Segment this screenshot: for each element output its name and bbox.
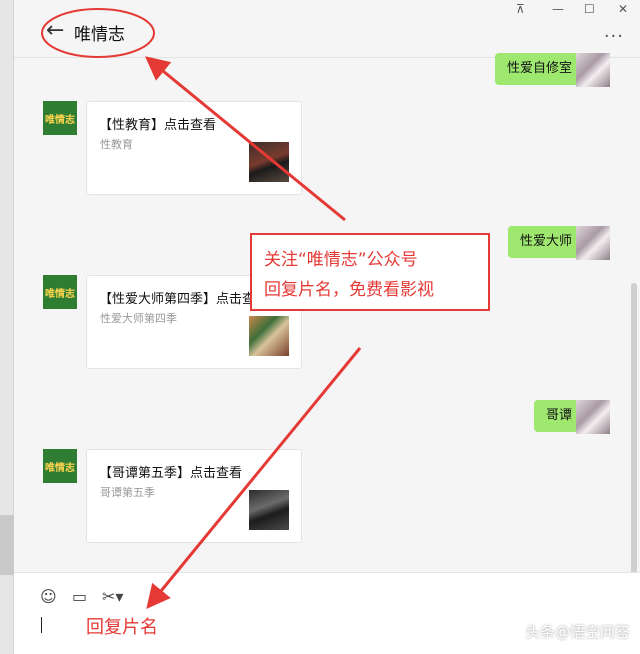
- chat-title: 唯情志: [74, 25, 125, 45]
- sidebar-selected-block: [0, 515, 14, 575]
- maximize-button[interactable]: ☐: [584, 2, 595, 16]
- input-annotation-text: 回复片名: [86, 617, 158, 638]
- close-button[interactable]: ✕: [618, 2, 628, 16]
- article-card[interactable]: 【性教育】点击查看 性教育: [86, 101, 302, 195]
- scissors-icon[interactable]: ✂▾: [102, 587, 123, 606]
- avatar[interactable]: [576, 226, 610, 260]
- avatar[interactable]: 唯情志: [43, 101, 77, 135]
- promo-line-2: 回复片名，免费看影视: [264, 280, 434, 300]
- text-cursor: [41, 617, 42, 633]
- card-thumbnail: [249, 316, 289, 356]
- left-sidebar-strip: [0, 0, 14, 654]
- avatar[interactable]: [576, 53, 610, 87]
- card-subtitle: 性爱大师第四季: [100, 312, 177, 325]
- watermark: 头条@悟空问答: [524, 623, 630, 641]
- article-card[interactable]: 【哥谭第五季】点击查看 哥谭第五季: [86, 449, 302, 543]
- card-title: 【性爱大师第四季】点击查看: [99, 292, 269, 307]
- message-bubble[interactable]: 性爱大师: [507, 226, 584, 258]
- chat-area[interactable]: 性爱自修室 唯情志 【性教育】点击查看 性教育 性爱大师 唯情志 【性爱大师第四…: [14, 53, 640, 628]
- card-subtitle: 性教育: [100, 138, 133, 151]
- card-subtitle: 哥谭第五季: [100, 486, 155, 499]
- card-thumbnail: [249, 490, 289, 530]
- promo-line-1: 关注“唯情志”公众号: [264, 250, 418, 270]
- card-thumbnail: [249, 142, 289, 182]
- arrow-left-icon[interactable]: ←: [46, 20, 66, 44]
- avatar[interactable]: [576, 400, 610, 434]
- avatar[interactable]: 唯情志: [43, 449, 77, 483]
- avatar[interactable]: 唯情志: [43, 275, 77, 309]
- emoji-icon[interactable]: ☺: [40, 587, 57, 606]
- card-title: 【哥谭第五季】点击查看: [99, 466, 243, 481]
- card-title: 【性教育】点击查看: [99, 118, 217, 133]
- message-bubble[interactable]: 性爱自修室: [494, 53, 584, 85]
- pin-icon[interactable]: ⊼: [516, 2, 525, 16]
- more-icon[interactable]: ···: [604, 26, 624, 47]
- promo-annotation-box: 关注“唯情志”公众号 回复片名，免费看影视: [250, 233, 490, 311]
- folder-icon[interactable]: ▭: [72, 587, 87, 606]
- title-bar: ← 唯情志 ⊼ — ☐ ✕ ···: [14, 0, 640, 58]
- minimize-button[interactable]: —: [552, 2, 564, 16]
